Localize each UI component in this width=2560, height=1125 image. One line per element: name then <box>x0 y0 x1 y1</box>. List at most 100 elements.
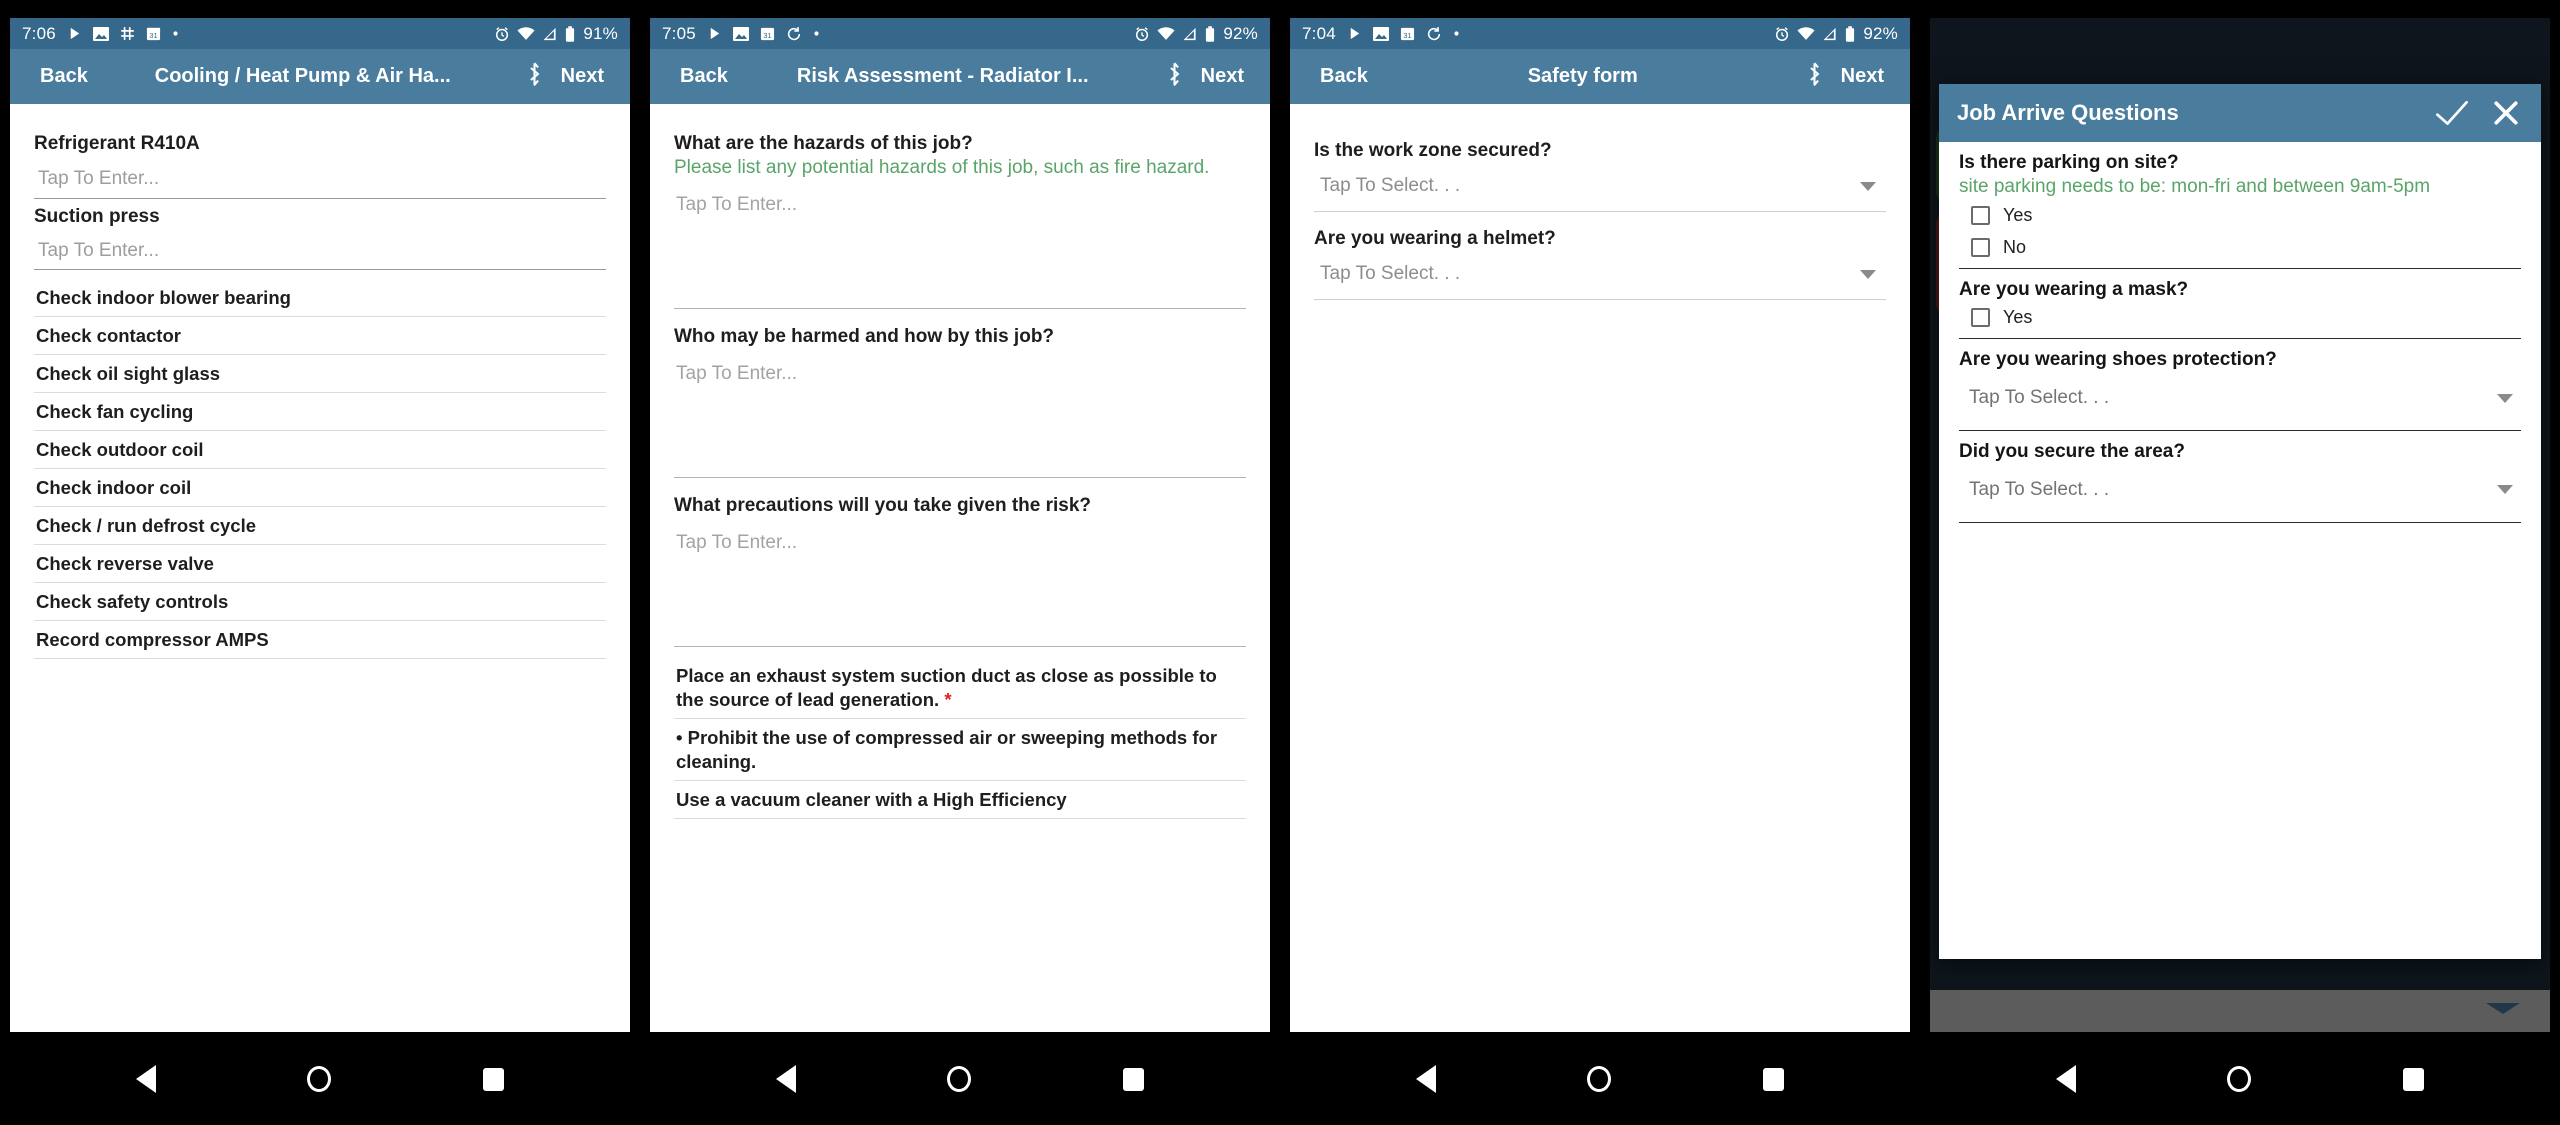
select-group-helmet: Are you wearing a helmet? Tap To Select.… <box>1314 214 1886 302</box>
secure-area-select[interactable]: Tap To Select. . . <box>1959 464 2521 517</box>
nav-home-icon[interactable] <box>1587 1066 1612 1092</box>
question-label: What are the hazards of this job? <box>674 133 973 154</box>
list-item[interactable]: Check oil sight glass <box>34 355 606 394</box>
bluetooth-icon[interactable] <box>1792 62 1837 91</box>
hazards-textarea[interactable]: Tap To Enter... <box>674 180 1246 309</box>
signal-icon <box>1822 27 1838 41</box>
battery-percent: 92% <box>1223 23 1258 43</box>
checkbox-icon[interactable] <box>1971 237 1990 257</box>
nav-home-icon[interactable] <box>307 1066 332 1092</box>
back-button[interactable]: Back <box>1306 65 1374 88</box>
phone-panel-1: 7:06 31 91% Back Cooling / Heat Pump & A… <box>0 0 640 1033</box>
work-zone-select[interactable]: Tap To Select. . . <box>1314 162 1886 212</box>
nav-back-icon[interactable] <box>775 1065 796 1093</box>
app-bar-1: Back Cooling / Heat Pump & Air Ha... Nex… <box>10 49 630 104</box>
harmed-textarea[interactable]: Tap To Enter... <box>674 349 1246 478</box>
suction-press-input[interactable]: Tap To Enter... <box>34 229 606 270</box>
nav-home-icon[interactable] <box>2227 1066 2252 1092</box>
list-item[interactable]: Check indoor coil <box>34 469 606 508</box>
list-item[interactable]: Record compressor AMPS <box>34 621 606 660</box>
status-time: 7:06 <box>22 23 56 43</box>
checkbox-row-yes[interactable]: Yes <box>1959 199 2521 231</box>
screen-3: 7:04 31 92% Back Safety form Next Is the… <box>1290 18 1910 1032</box>
screen-1: 7:06 31 91% Back Cooling / Heat Pump & A… <box>10 18 630 1032</box>
svg-text:31: 31 <box>763 31 771 40</box>
nav-bar-1 <box>0 1033 640 1125</box>
form-content-1: Refrigerant R410A Tap To Enter... Suctio… <box>10 104 630 1032</box>
list-item[interactable]: Check fan cycling <box>34 393 606 432</box>
dialog-question-mask: Are you wearing a mask? Yes <box>1959 269 2521 340</box>
check-icon[interactable] <box>2411 100 2469 127</box>
checkbox-icon[interactable] <box>1971 205 1990 225</box>
wifi-icon <box>1797 26 1815 41</box>
field-label: Refrigerant R410A <box>34 133 200 154</box>
play-icon <box>1347 26 1362 41</box>
checkbox-label: Yes <box>2003 204 2033 225</box>
nav-back-icon[interactable] <box>135 1065 156 1093</box>
dialog-body: Is there parking on site? site parking n… <box>1939 142 2541 959</box>
nav-back-icon[interactable] <box>2055 1065 2076 1093</box>
bluetooth-icon[interactable] <box>1152 62 1197 91</box>
bluetooth-icon[interactable] <box>512 62 557 91</box>
select-placeholder: Tap To Select. . . <box>1320 175 1461 196</box>
app-bar-3: Back Safety form Next <box>1290 49 1910 104</box>
list-item[interactable]: • Prohibit the use of compressed air or … <box>674 719 1246 781</box>
checkbox-icon[interactable] <box>1971 308 1990 328</box>
job-arrive-questions-dialog: Job Arrive Questions Is there parking on… <box>1939 84 2541 959</box>
battery-icon <box>565 25 575 42</box>
list-item[interactable]: Use a vacuum cleaner with a High Efficie… <box>674 781 1246 819</box>
nav-recent-icon[interactable] <box>1763 1067 1785 1091</box>
chevron-down-icon <box>2497 393 2513 403</box>
battery-percent: 91% <box>583 23 618 43</box>
shoes-protection-select[interactable]: Tap To Select. . . <box>1959 372 2521 425</box>
play-icon <box>707 26 722 41</box>
back-button[interactable]: Back <box>26 65 94 88</box>
back-button[interactable]: Back <box>666 65 734 88</box>
next-button[interactable]: Next <box>1197 65 1254 88</box>
scroll-down-indicator[interactable] <box>2486 1003 2520 1014</box>
list-item[interactable]: Check safety controls <box>34 583 606 622</box>
calendar-icon: 31 <box>1400 26 1415 41</box>
status-bar-2: 7:05 31 92% <box>650 18 1270 49</box>
battery-icon <box>1205 25 1215 42</box>
dialog-question-parking: Is there parking on site? site parking n… <box>1959 142 2521 269</box>
app-bar-2: Back Risk Assessment - Radiator I... Nex… <box>650 49 1270 104</box>
select-label: Are you wearing a helmet? <box>1314 228 1556 249</box>
precautions-textarea[interactable]: Tap To Enter... <box>674 518 1246 647</box>
dot-icon <box>172 30 179 37</box>
list-item[interactable]: Check outdoor coil <box>34 431 606 470</box>
checkbox-label: Yes <box>2003 307 2033 328</box>
nav-bar-4 <box>1920 1033 2560 1125</box>
checkbox-row-no[interactable]: No <box>1959 231 2521 263</box>
phone-panel-4: Job Arrive Questions Is there parking on… <box>1920 0 2560 1033</box>
list-item[interactable]: Check contactor <box>34 317 606 355</box>
calendar-icon: 31 <box>760 26 775 41</box>
nav-bar-2 <box>640 1033 1280 1125</box>
select-placeholder: Tap To Select. . . <box>1969 387 2110 408</box>
nav-back-icon[interactable] <box>1415 1065 1436 1093</box>
next-button[interactable]: Next <box>1837 65 1894 88</box>
helmet-select[interactable]: Tap To Select. . . <box>1314 250 1886 300</box>
dialog-bottom-edge <box>1930 990 2550 1032</box>
battery-percent: 92% <box>1863 23 1898 43</box>
close-icon[interactable] <box>2469 100 2519 126</box>
wifi-icon <box>1157 26 1175 41</box>
nav-recent-icon[interactable] <box>1123 1067 1145 1091</box>
checkbox-row-yes[interactable]: Yes <box>1959 301 2521 333</box>
alarm-icon <box>494 26 510 42</box>
list-item[interactable]: Check / run defrost cycle <box>34 507 606 546</box>
list-item[interactable]: Check reverse valve <box>34 545 606 584</box>
select-group-work-zone: Is the work zone secured? Tap To Select.… <box>1314 126 1886 214</box>
next-button[interactable]: Next <box>557 65 614 88</box>
sync-icon <box>786 26 802 42</box>
question-label: Are you wearing a mask? <box>1959 278 2189 300</box>
nav-home-icon[interactable] <box>947 1066 972 1092</box>
nav-recent-icon[interactable] <box>2403 1067 2425 1091</box>
slack-icon <box>120 26 135 41</box>
nav-recent-icon[interactable] <box>483 1067 505 1091</box>
list-item[interactable]: Check indoor blower bearing <box>34 279 606 317</box>
list-item[interactable]: Place an exhaust system suction duct as … <box>674 657 1246 719</box>
status-right-1: 91% <box>494 24 618 44</box>
refrigerant-input[interactable]: Tap To Enter... <box>34 156 606 199</box>
